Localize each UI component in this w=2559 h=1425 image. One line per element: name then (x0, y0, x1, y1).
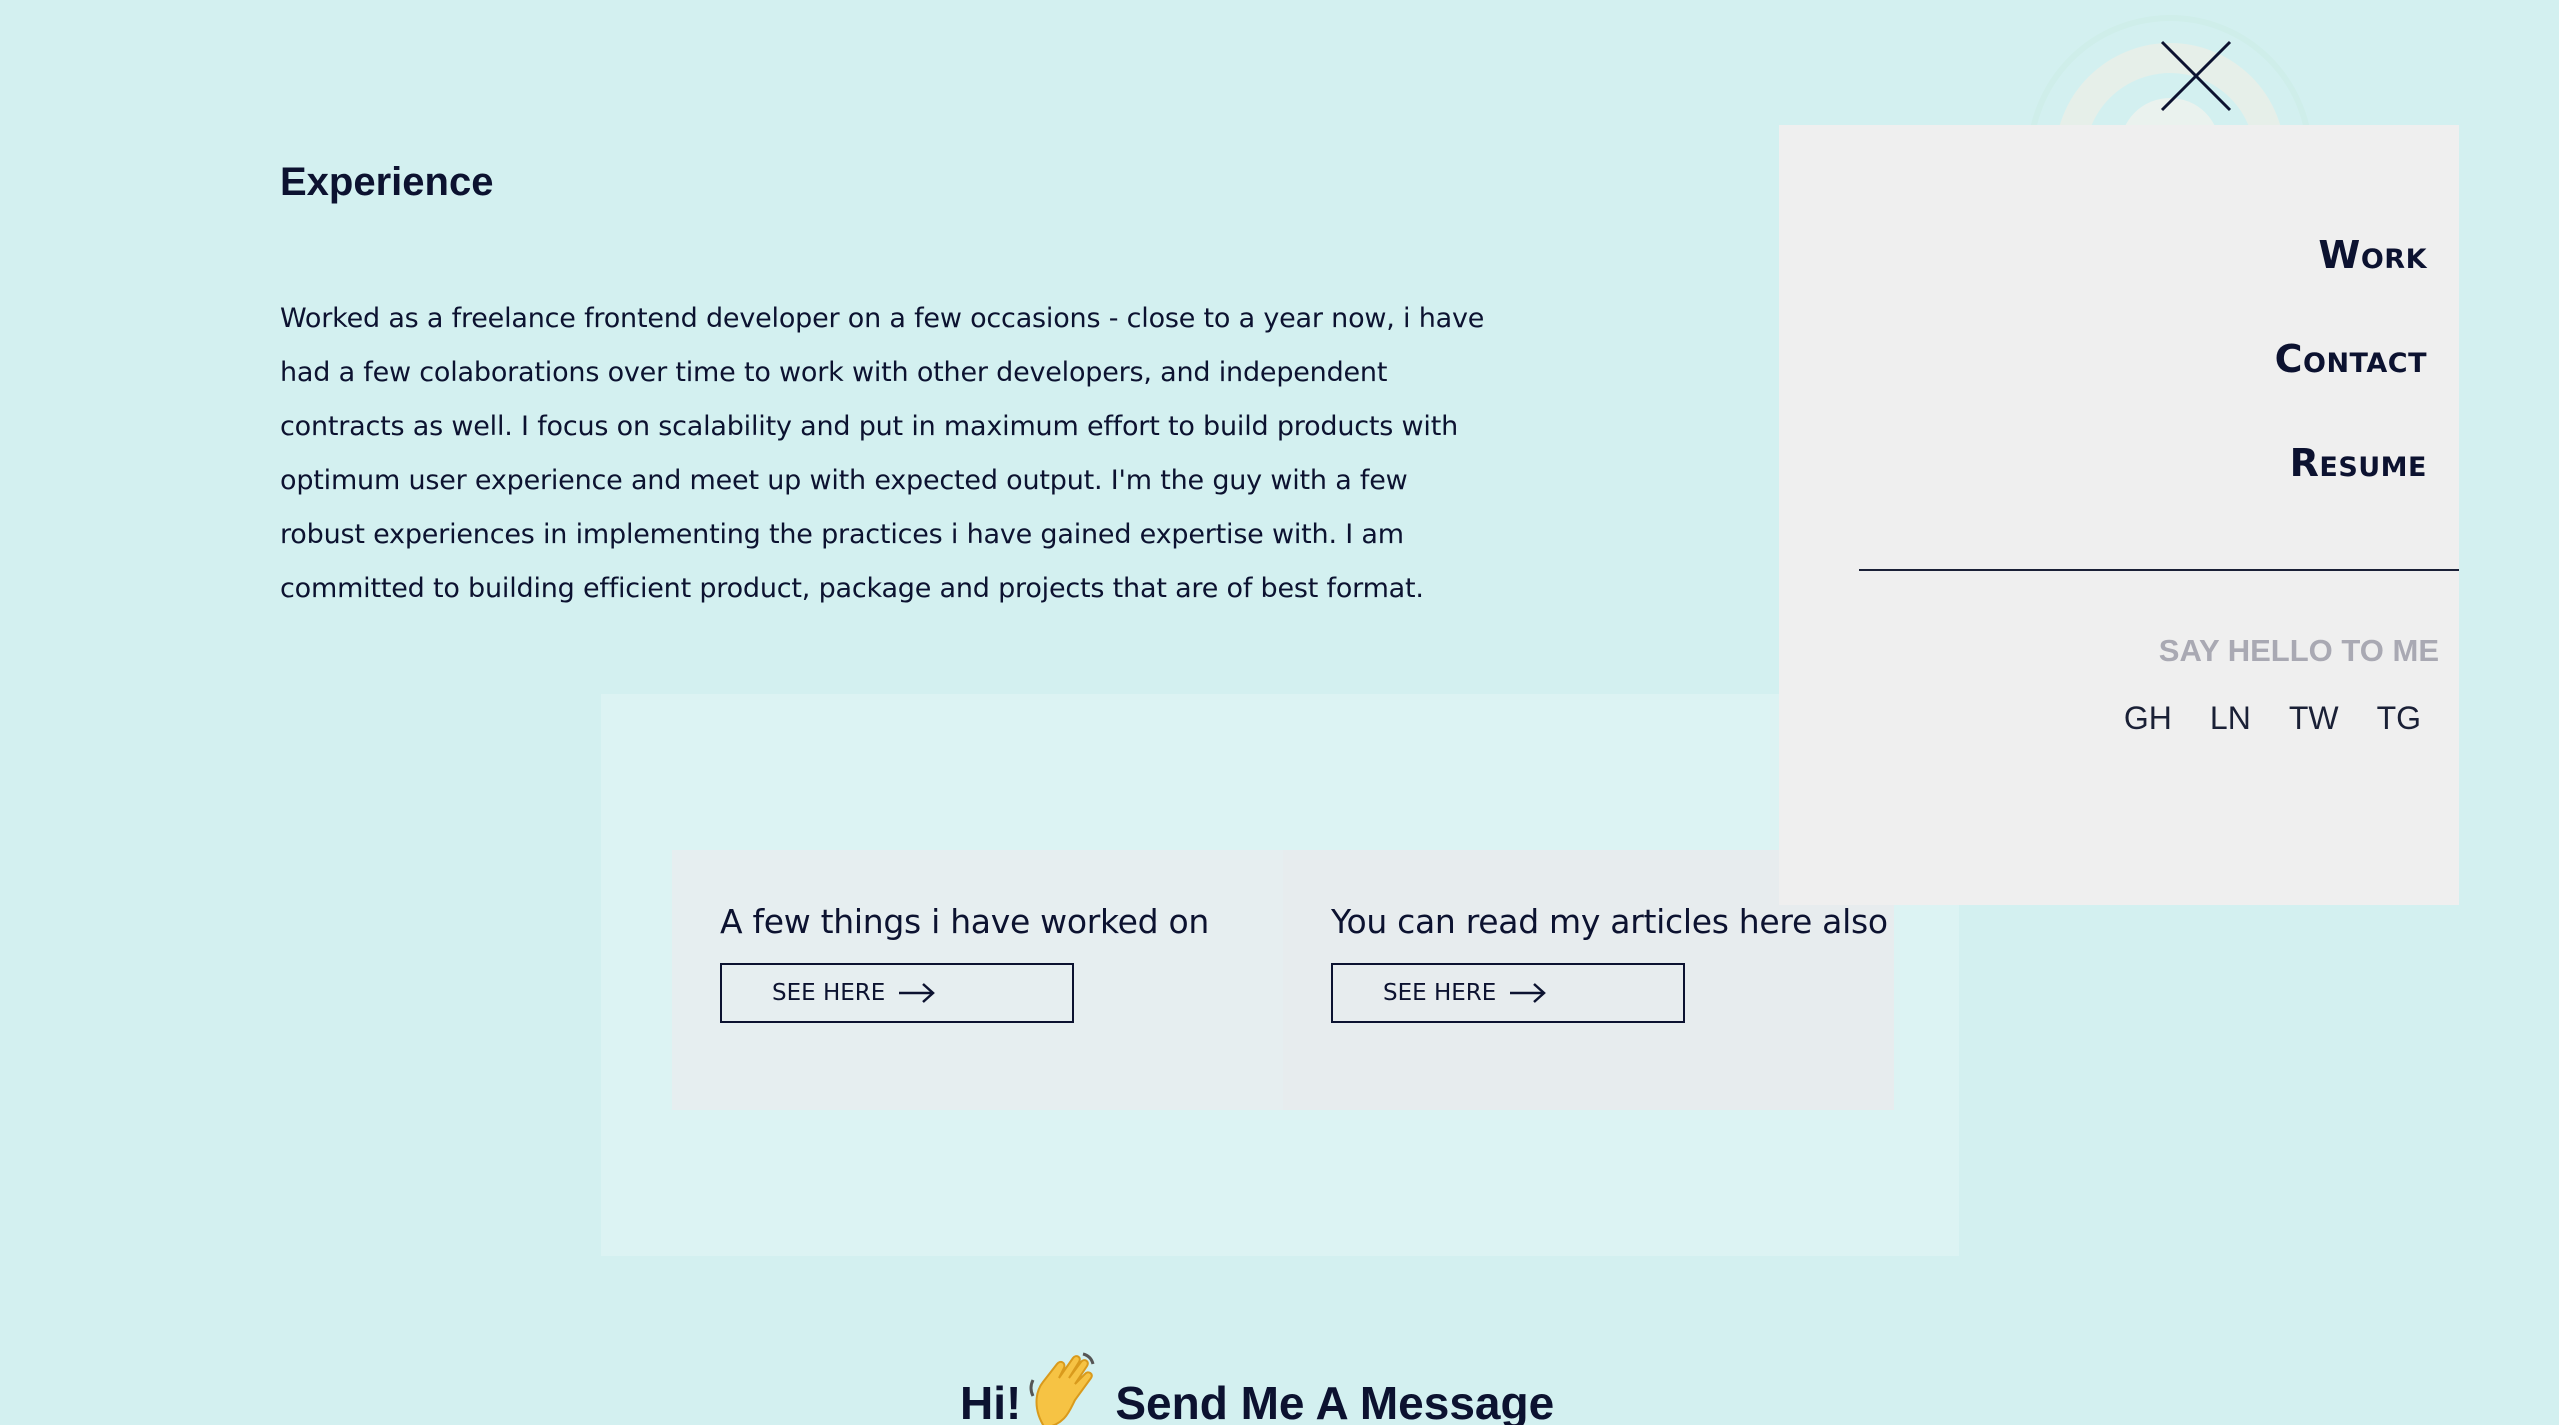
waving-hand-icon (1025, 1350, 1111, 1425)
menu-divider (1859, 569, 2459, 571)
nav-item-work[interactable]: Work (2318, 233, 2427, 277)
nav-item-resume[interactable]: Resume (2290, 441, 2427, 485)
heading-send-message: Send Me A Message (1115, 1377, 1555, 1425)
experience-heading: Experience (280, 160, 494, 204)
social-link-tw[interactable]: TW (2289, 700, 2339, 737)
close-icon[interactable] (2158, 38, 2234, 114)
projects-card-title: A few things i have worked on (720, 902, 1209, 941)
articles-card-title: You can read my articles here also (1331, 902, 1888, 941)
heading-hi: Hi! (960, 1377, 1022, 1425)
nav-item-contact[interactable]: Contact (2275, 337, 2427, 381)
social-link-tg[interactable]: TG (2377, 700, 2421, 737)
articles-see-here-label: SEE HERE (1383, 980, 1497, 1006)
social-link-gh[interactable]: GH (2124, 700, 2172, 737)
articles-see-here-button[interactable]: SEE HERE (1331, 963, 1685, 1023)
experience-text: Worked as a freelance frontend developer… (280, 303, 1485, 604)
projects-see-here-button[interactable]: SEE HERE (720, 963, 1074, 1023)
page: Experience Worked as a freelance fronten… (0, 0, 2559, 1425)
arrow-right-icon (899, 983, 936, 1003)
arrow-right-icon (1510, 983, 1547, 1003)
social-link-ln[interactable]: LN (2210, 700, 2251, 737)
projects-card: A few things i have worked on SEE HERE (672, 850, 1283, 1110)
say-hello-label: SAY HELLO TO ME (2158, 633, 2439, 668)
projects-see-here-label: SEE HERE (772, 980, 886, 1006)
send-message-heading: Hi! Send Me A Message (960, 1350, 1554, 1425)
menu-drawer: Work Contact Resume SAY HELLO TO ME GH L… (1779, 125, 2459, 905)
social-links: GH LN TW TG (2124, 700, 2421, 737)
cards-row: A few things i have worked on SEE HERE Y… (672, 850, 1894, 1110)
